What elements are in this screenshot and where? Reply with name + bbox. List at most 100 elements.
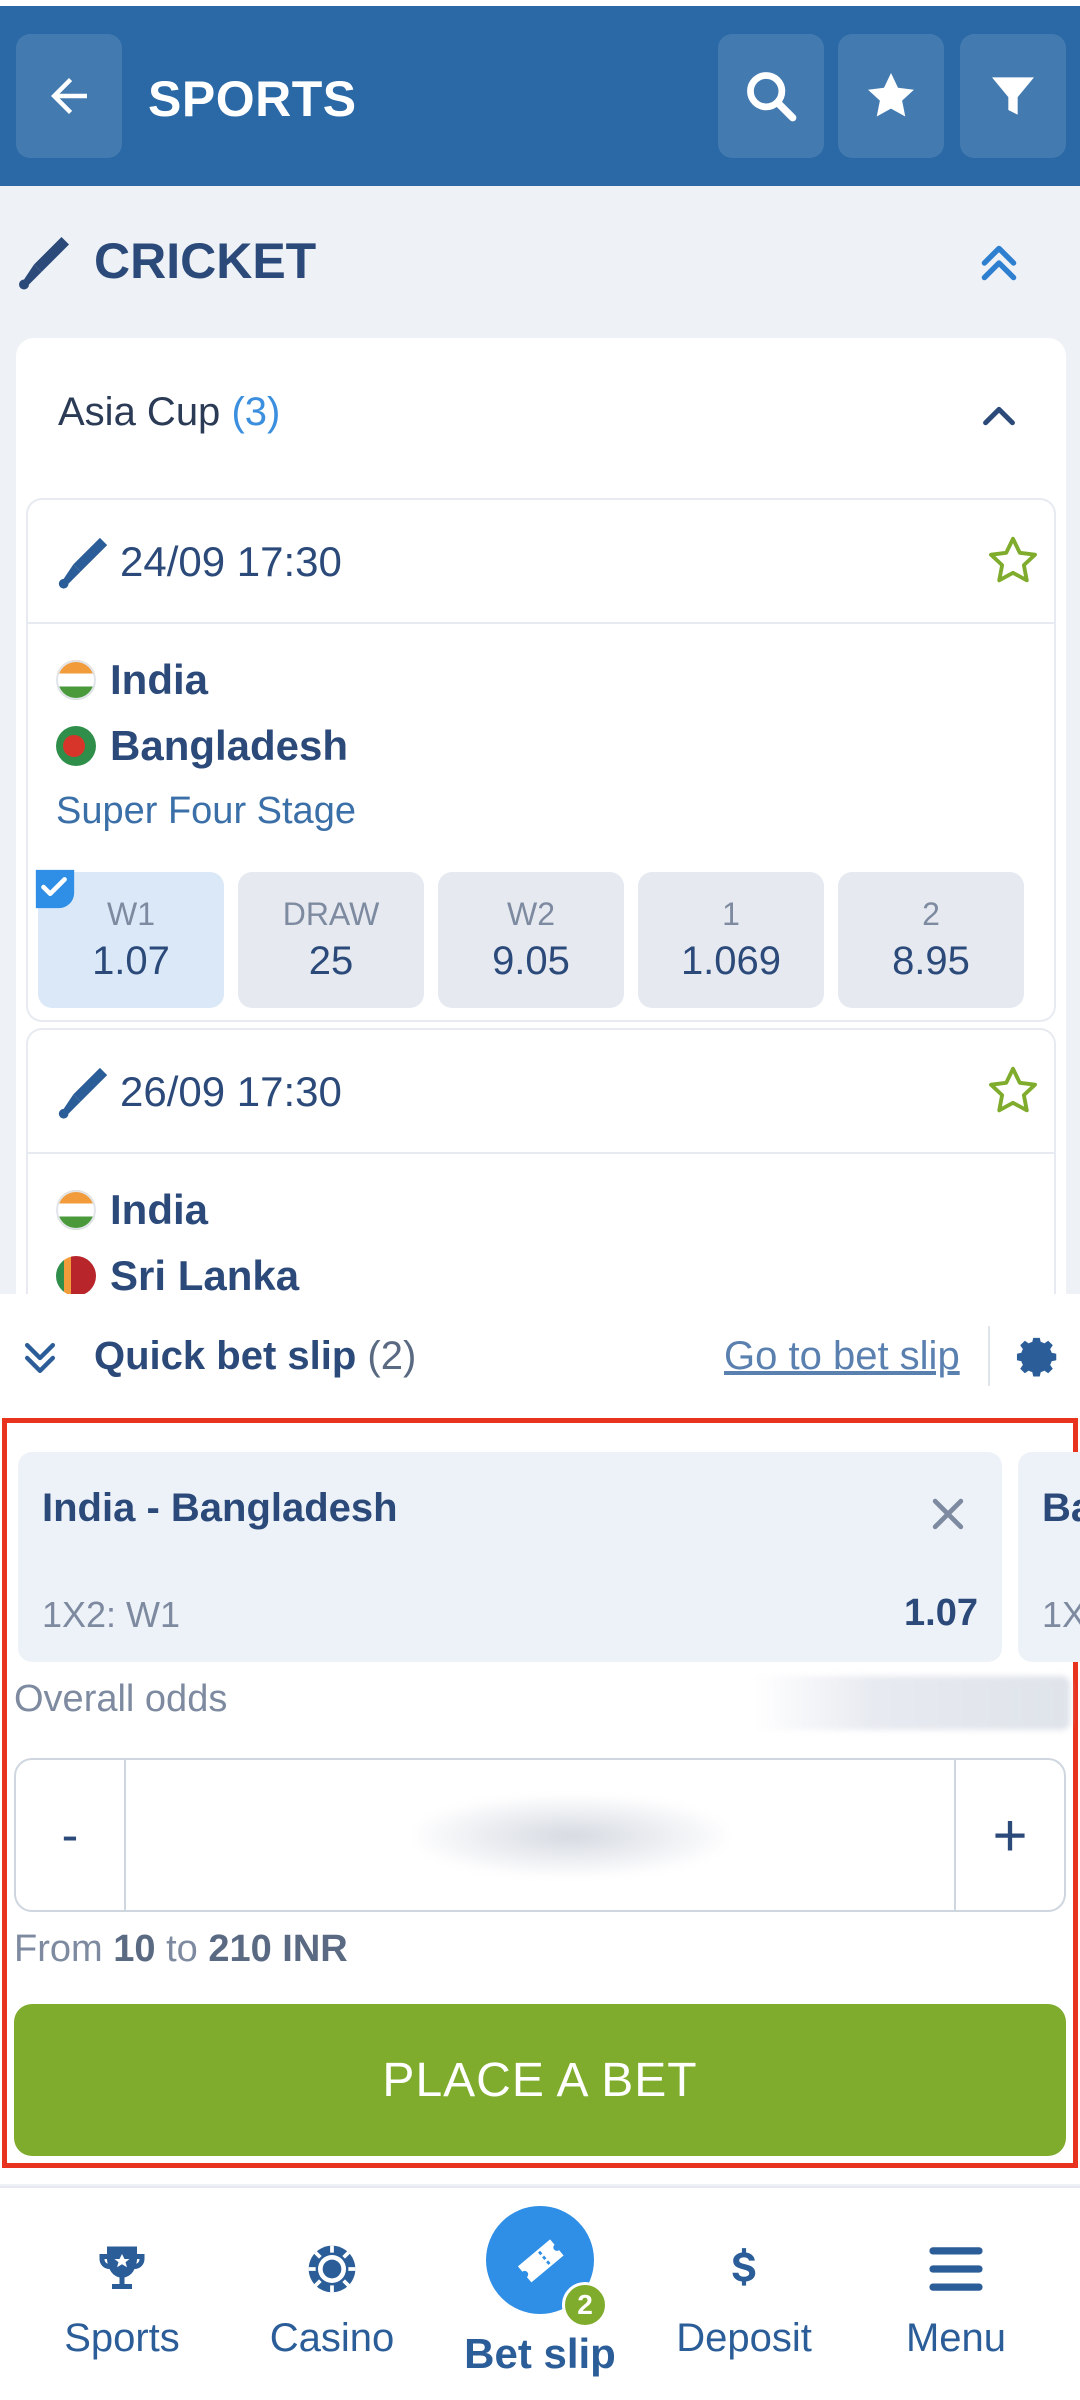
match-datetime: 26/09 17:30 (120, 1068, 342, 1115)
overall-odds-label: Overall odds (14, 1678, 228, 1720)
sri-lanka-flag-icon (56, 1256, 96, 1296)
selection-event: India - Bangladesh (42, 1486, 398, 1530)
casino-chip-icon (308, 2245, 356, 2293)
close-icon[interactable] (926, 1492, 970, 1536)
team-home-name: India (110, 656, 209, 703)
sport-title: CRICKET (94, 233, 317, 289)
match-stage: Super Four Stage (56, 790, 356, 832)
match-header: 24/09 17:30 (28, 500, 1054, 624)
overall-odds-value-blurred (750, 1676, 1070, 1730)
bet-slip-count: (2) (367, 1334, 417, 1378)
star-icon (868, 73, 914, 117)
odds-row: W1 1.07 DRAW 25 W2 9.05 1 1.069 2 8.95 (35, 869, 1024, 1008)
match-card[interactable]: 24/09 17:30 India Bangladesh Super Four … (28, 500, 1054, 1020)
cricket-bat-icon (19, 237, 69, 290)
divider (988, 1326, 990, 1386)
trophy-icon (99, 2246, 145, 2289)
decrease-stake-button[interactable]: - (16, 1760, 126, 1910)
india-flag-icon (56, 1190, 96, 1230)
nav-label: Deposit (676, 2316, 812, 2360)
back-arrow-icon (51, 78, 87, 114)
search-button[interactable] (718, 34, 824, 158)
team-home: India (56, 656, 208, 704)
stake-stepper: - + (14, 1758, 1066, 1912)
nav-label: Sports (64, 2316, 180, 2360)
odd-2-button[interactable]: 2 8.95 (838, 872, 1024, 1008)
selection-odd: 1.07 (904, 1592, 978, 1634)
chevron-up-icon[interactable] (976, 394, 1022, 440)
odd-value: 1.07 (92, 939, 170, 983)
gear-icon[interactable] (1016, 1334, 1062, 1380)
competition-card: Asia Cup (3) 24/09 17:30 India Banglades… (16, 338, 1066, 1350)
collapse-all-icon[interactable] (974, 238, 1024, 288)
dollar-icon (732, 2248, 756, 2286)
place-bet-button[interactable]: PLACE A BET (14, 2004, 1066, 2156)
increase-stake-button[interactable]: + (954, 1760, 1064, 1910)
odd-w1-button[interactable]: W1 1.07 (35, 869, 224, 1008)
bet-slip-title[interactable]: Quick bet slip (2) (94, 1334, 416, 1379)
india-flag-icon (56, 660, 96, 700)
odd-label: W1 (107, 896, 155, 932)
filter-button[interactable] (960, 34, 1066, 158)
bet-slip-count-badge: 2 (562, 2282, 608, 2328)
collapse-chevrons-icon[interactable] (18, 1336, 62, 1380)
bet-slip-header: Quick bet slip (2) Go to bet slip (0, 1294, 1080, 1418)
match-header: 26/09 17:30 (28, 1030, 1054, 1154)
favorites-button[interactable] (838, 34, 944, 158)
cricket-bat-icon (58, 537, 108, 589)
page-title: SPORTS (148, 71, 357, 127)
nav-label-bet-slip[interactable]: Bet slip (440, 2330, 640, 2378)
filter-icon (992, 77, 1034, 115)
range-min: 10 (113, 1928, 156, 1970)
selection-market-peek: 1X (1042, 1594, 1080, 1635)
search-icon (747, 72, 797, 122)
back-button[interactable] (16, 34, 122, 158)
team-home: India (56, 1186, 208, 1234)
odd-value: 25 (308, 939, 354, 983)
team-away: Sri Lanka (56, 1252, 299, 1300)
team-home-name: India (110, 1186, 209, 1233)
odd-value: 8.95 (892, 939, 970, 983)
bet-slip-title-text: Quick bet slip (94, 1334, 357, 1378)
go-to-bet-slip-link[interactable]: Go to bet slip (724, 1334, 960, 1379)
odd-label: DRAW (282, 896, 380, 932)
match-datetime: 24/09 17:30 (120, 538, 342, 585)
odd-value: 1.069 (680, 939, 782, 983)
nav-label: Casino (269, 2316, 395, 2360)
bet-selection-card[interactable]: India - Bangladesh 1X2: W1 1.07 (18, 1452, 1002, 1662)
stake-input-blurred[interactable] (416, 1796, 726, 1876)
team-away-name: Sri Lanka (110, 1252, 300, 1299)
odd-value: 9.05 (492, 939, 570, 983)
nav-menu[interactable]: Menu (856, 2188, 1056, 2400)
odd-label: 1 (722, 896, 740, 932)
range-max: 210 INR (208, 1928, 348, 1970)
range-prefix: From (14, 1928, 103, 1970)
nav-sports[interactable]: Sports (22, 2188, 222, 2400)
favorite-star-icon[interactable] (984, 1062, 1042, 1120)
top-app-bar: SPORTS (0, 0, 1080, 186)
favorite-star-icon[interactable] (984, 532, 1042, 590)
competition-count: (3) (231, 390, 281, 434)
selection-market: 1X2: W1 (42, 1594, 181, 1635)
odd-label: 2 (922, 896, 940, 932)
hamburger-menu-icon (929, 2247, 983, 2291)
selection-event-peek: Ba (1042, 1486, 1080, 1530)
cricket-bat-icon (58, 1067, 108, 1119)
bet-selection-card-next[interactable]: Ba 1X (1018, 1452, 1080, 1662)
competition-name: Asia Cup (58, 390, 221, 434)
odd-w2-button[interactable]: W2 9.05 (438, 872, 624, 1008)
odd-label: W2 (507, 896, 555, 932)
team-away: Bangladesh (56, 722, 348, 770)
competition-title[interactable]: Asia Cup (3) (58, 390, 280, 435)
nav-deposit[interactable]: Deposit (644, 2188, 844, 2400)
sport-section-header[interactable]: CRICKET (0, 186, 1080, 336)
nav-label: Menu (905, 2316, 1007, 2360)
ticket-icon (517, 2239, 564, 2283)
nav-casino[interactable]: Casino (232, 2188, 432, 2400)
odd-1-button[interactable]: 1 1.069 (638, 872, 824, 1008)
stake-range: From 10 to 210 INR (14, 1928, 348, 1971)
bangladesh-flag-icon (56, 726, 96, 766)
odd-draw-button[interactable]: DRAW 25 (238, 872, 424, 1008)
selected-check-icon (35, 869, 75, 909)
team-away-name: Bangladesh (110, 722, 349, 769)
